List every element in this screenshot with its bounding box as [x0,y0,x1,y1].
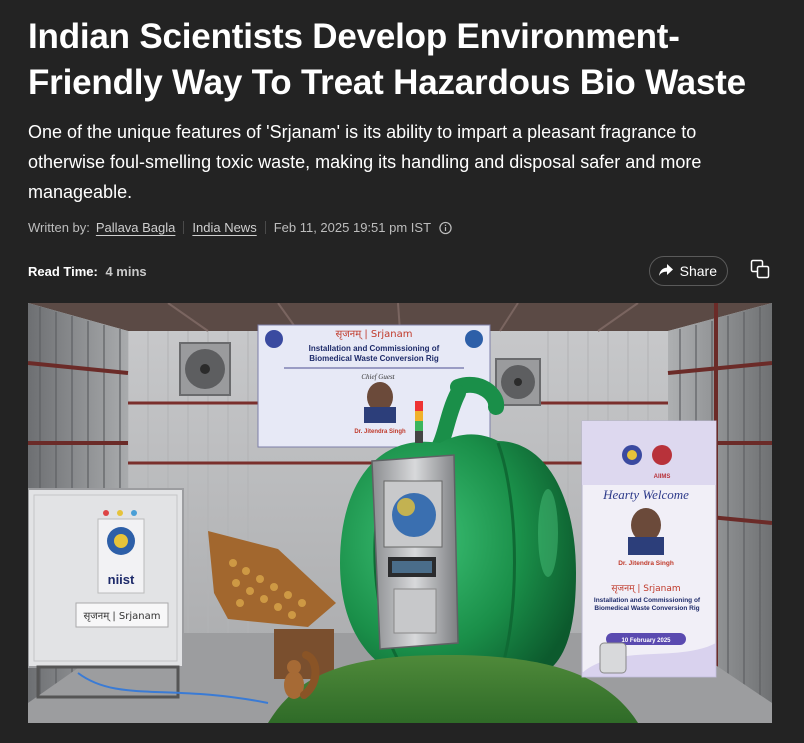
standee-person: Dr. Jitendra Singh [618,560,674,567]
author-link[interactable]: Pallava Bagla [96,220,176,235]
byline-divider [264,220,266,234]
hero-photo: सृजनम् | Srjanam Installation and Commis… [28,303,772,723]
byline-label: Written by: [28,219,90,235]
info-icon[interactable] [439,221,452,234]
hero-image: सृजनम् | Srjanam Installation and Commis… [28,303,772,723]
article-actions: Share [648,256,772,286]
banner-chief-guest: Chief Guest [361,373,395,381]
banner-hindi-title: सृजनम् | Srjanam [335,329,412,340]
article: Indian Scientists Develop Environment-Fr… [28,0,772,723]
standee-hindi: सृजनम् | Srjanam [611,584,680,594]
exhaust-fan-left [179,342,231,396]
byline-divider [183,220,185,234]
standee-date: 10 February 2025 [621,638,671,644]
standee-title: Installation and Commissioning of Biomed… [593,597,701,612]
welcome-standee: AIIMS Hearty Welcome Dr. Jitendra Singh … [581,420,717,678]
share-arrow-icon [658,263,674,280]
read-time-label: Read Time: [28,263,98,279]
banner-title-line2: Biomedical Waste Conversion Rig [309,354,439,363]
headline: Indian Scientists Develop Environment-Fr… [28,17,746,102]
banner-title-line1: Installation and Commissioning of [309,344,440,353]
meta-row: Read Time: 4 mins Share [28,251,772,291]
byline: Written by: Pallava Bagla India News Feb… [28,217,772,237]
read-time-value: 4 mins [105,263,147,279]
cabinet-label: सृजनम् | Srjanam [83,611,160,622]
standee-welcome: Hearty Welcome [602,487,689,502]
category-link[interactable]: India News [192,220,256,235]
copy-icon [750,259,770,284]
banner-person: Dr. Jitendra Singh [354,429,406,435]
standee-logo-aiims: AIIMS [654,474,671,480]
publish-timestamp: Feb 11, 2025 19:51 pm IST [273,219,432,235]
article-summary: One of the unique features of 'Srjanam' … [28,122,702,202]
share-label: Share [679,263,717,279]
share-button[interactable]: Share [648,256,728,286]
machine-brand: niist [108,572,135,587]
copy-link-button[interactable] [748,259,772,283]
read-time: Read Time: 4 mins [28,264,147,279]
conversion-rig-kiosk [371,454,459,650]
